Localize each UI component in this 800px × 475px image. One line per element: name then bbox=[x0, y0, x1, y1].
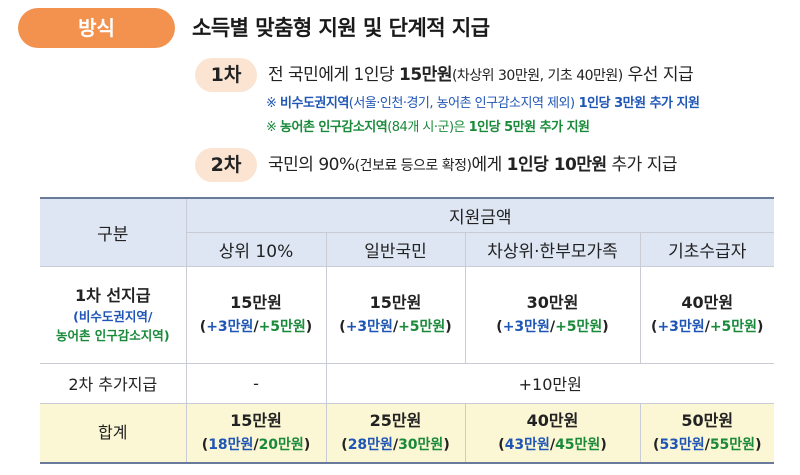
table-header-amount: 지원금액 bbox=[185, 197, 774, 233]
method-headline: 소득별 맞춤형 지원 및 단계적 지급 bbox=[192, 16, 490, 40]
table-cell: 40만원 (+3만원/+5만원) bbox=[639, 265, 774, 364]
column-header: 일반국민 bbox=[325, 231, 466, 267]
support-amount-table: 구분 지원금액 상위 10% 일반국민 차상위·한부모가족 기초수급자 1차 선… bbox=[40, 197, 774, 464]
stage2-pill: 2차 bbox=[195, 148, 257, 182]
stage1-pill: 1차 bbox=[195, 58, 257, 92]
method-section: 방식 소득별 맞춤형 지원 및 단계적 지급 1차 전 국민에게 1인당 15만… bbox=[0, 0, 800, 190]
stage1-description: 전 국민에게 1인당 15만원(차상위 30만원, 기초 40만원) 우선 지급 bbox=[268, 65, 694, 85]
table-cell: 40만원 (43만원/45만원) bbox=[464, 402, 641, 464]
row-label-total: 합계 bbox=[40, 402, 187, 464]
row-label-first-payment: 1차 선지급 (비수도권지역/ 농어촌 인구감소지역) bbox=[40, 265, 187, 364]
table-header-category: 구분 bbox=[40, 197, 187, 267]
table-cell: 15만원 (18만원/20만원) bbox=[185, 402, 327, 464]
column-header: 차상위·한부모가족 bbox=[464, 231, 641, 267]
stage1-note-rural: ※ 농어촌 인구감소지역(84개 시·군)은 1인당 5만원 추가 지원 bbox=[266, 120, 590, 135]
table-cell: 50만원 (53만원/55만원) bbox=[639, 402, 774, 464]
column-header: 상위 10% bbox=[186, 231, 327, 267]
table-cell-merged: +10만원 bbox=[325, 362, 774, 404]
table-row-second-payment: 2차 추가지급 - +10만원 bbox=[40, 362, 774, 404]
stage2-description: 국민의 90%(건보료 등으로 확정)에게 1인당 10만원 추가 지급 bbox=[268, 155, 678, 175]
table-cell: 30만원 (+3만원/+5만원) bbox=[464, 265, 641, 364]
method-badge: 방식 bbox=[18, 8, 175, 48]
table-row-total: 합계 15만원 (18만원/20만원) 25만원 (28만원/30만원) 40만… bbox=[40, 402, 774, 464]
table-row-first-payment: 1차 선지급 (비수도권지역/ 농어촌 인구감소지역) 15만원 (+3만원/+… bbox=[40, 265, 774, 364]
stage1-note-nonmetro: ※ 비수도권지역(서울·인천·경기, 농어촌 인구감소지역 제외) 1인당 3만… bbox=[266, 96, 700, 111]
table-cell: 15만원 (+3만원/+5만원) bbox=[325, 265, 466, 364]
column-header: 기초수급자 bbox=[639, 231, 774, 267]
row-label-second-payment: 2차 추가지급 bbox=[40, 362, 187, 404]
table-cell: 25만원 (28만원/30만원) bbox=[325, 402, 466, 464]
table-cell: 15만원 (+3만원/+5만원) bbox=[185, 265, 327, 364]
table-cell: - bbox=[185, 362, 327, 404]
